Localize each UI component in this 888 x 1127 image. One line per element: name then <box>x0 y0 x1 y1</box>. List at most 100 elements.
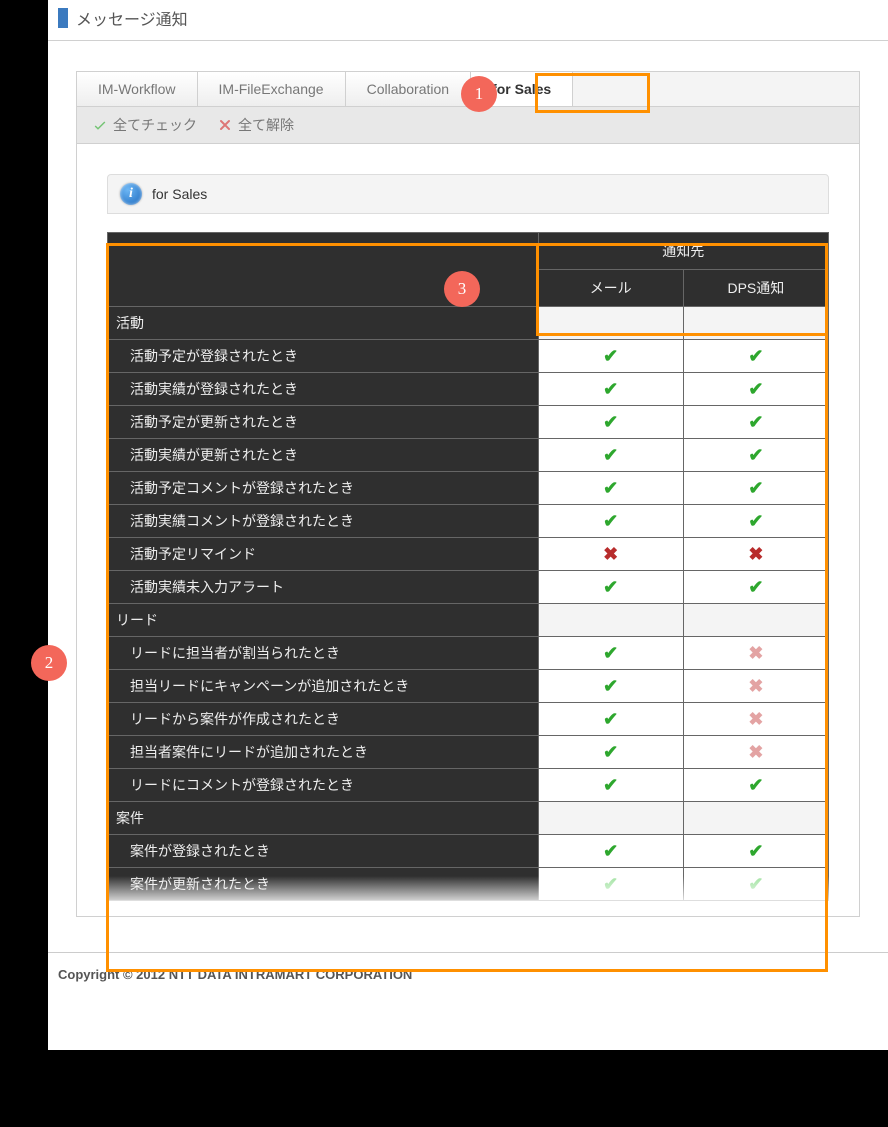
page-header: メッセージ通知 <box>48 0 888 41</box>
cell-dps[interactable]: ✔ <box>683 373 828 406</box>
cell-mail[interactable]: ✔ <box>538 835 683 868</box>
group-label: 活動 <box>108 307 539 340</box>
cell-dps[interactable]: ✔ <box>683 340 828 373</box>
cell-dps[interactable]: ✖ <box>683 703 828 736</box>
callout-1-label: 1 <box>475 84 484 104</box>
check-icon[interactable]: ✔ <box>748 412 763 432</box>
tab-collaboration[interactable]: Collaboration <box>346 72 472 106</box>
cell-dps[interactable]: ✔ <box>683 571 828 604</box>
check-icon[interactable]: ✔ <box>603 346 618 366</box>
check-all-button[interactable]: 全てチェック <box>92 115 197 135</box>
cell-dps[interactable]: ✖ <box>683 670 828 703</box>
cell-dps[interactable]: ✖ <box>683 637 828 670</box>
check-icon[interactable]: ✔ <box>603 643 618 663</box>
cell-mail[interactable]: ✔ <box>538 703 683 736</box>
callout-3: 3 <box>444 271 480 307</box>
blank-cell <box>683 307 828 340</box>
check-icon[interactable]: ✔ <box>748 379 763 399</box>
tab-im-fileexchange[interactable]: IM-FileExchange <box>198 72 346 106</box>
cross-icon[interactable]: ✖ <box>748 676 763 696</box>
check-icon[interactable]: ✔ <box>748 874 763 894</box>
check-icon[interactable]: ✔ <box>603 379 618 399</box>
check-icon[interactable]: ✔ <box>603 511 618 531</box>
cell-dps[interactable]: ✔ <box>683 505 828 538</box>
callout-3-label: 3 <box>458 279 467 299</box>
row-label: リードに担当者が割当られたとき <box>108 637 539 670</box>
row-label: 活動予定コメントが登録されたとき <box>108 472 539 505</box>
check-icon <box>92 117 108 133</box>
cell-mail[interactable]: ✔ <box>538 736 683 769</box>
row-label: 活動実績未入力アラート <box>108 571 539 604</box>
uncheck-all-label: 全て解除 <box>238 115 294 135</box>
check-icon[interactable]: ✔ <box>748 346 763 366</box>
tab-im-workflow[interactable]: IM-Workflow <box>77 72 198 106</box>
cell-dps[interactable]: ✖ <box>683 538 828 571</box>
cross-icon[interactable]: ✖ <box>603 544 618 564</box>
cross-icon[interactable]: ✖ <box>748 709 763 729</box>
page-title: メッセージ通知 <box>76 6 188 30</box>
check-icon[interactable]: ✔ <box>603 412 618 432</box>
th-mail: メール <box>538 270 683 307</box>
cell-dps[interactable]: ✔ <box>683 868 828 901</box>
cross-icon <box>217 117 233 133</box>
cell-dps[interactable]: ✔ <box>683 439 828 472</box>
row-label: リードにコメントが登録されたとき <box>108 769 539 802</box>
row-label: 活動予定リマインド <box>108 538 539 571</box>
check-icon[interactable]: ✔ <box>603 775 618 795</box>
check-icon[interactable]: ✔ <box>603 445 618 465</box>
cell-dps[interactable]: ✔ <box>683 835 828 868</box>
cell-dps[interactable]: ✖ <box>683 736 828 769</box>
cell-dps[interactable]: ✔ <box>683 769 828 802</box>
row-label: 案件が登録されたとき <box>108 835 539 868</box>
group-label: リード <box>108 604 539 637</box>
cell-mail[interactable]: ✔ <box>538 769 683 802</box>
settings-panel: IM-Workflow IM-FileExchange Collaboratio… <box>76 71 860 917</box>
th-destination-group: 通知先 <box>538 233 828 270</box>
cell-mail[interactable]: ✔ <box>538 505 683 538</box>
footer: Copyright © 2012 NTT DATA INTRAMART CORP… <box>48 952 888 1008</box>
cell-mail[interactable]: ✖ <box>538 538 683 571</box>
check-all-label: 全てチェック <box>113 115 197 135</box>
cell-mail[interactable]: ✔ <box>538 472 683 505</box>
check-icon[interactable]: ✔ <box>748 511 763 531</box>
uncheck-all-button[interactable]: 全て解除 <box>217 115 294 135</box>
check-icon[interactable]: ✔ <box>603 709 618 729</box>
blank-cell <box>538 307 683 340</box>
content-area: i for Sales 通知先 メール DPS通知 <box>77 144 859 916</box>
check-icon[interactable]: ✔ <box>748 841 763 861</box>
check-icon[interactable]: ✔ <box>603 478 618 498</box>
notification-table: 通知先 メール DPS通知 活動活動予定が登録されたとき✔✔活動実績が登録された… <box>107 232 829 901</box>
cell-mail[interactable]: ✔ <box>538 406 683 439</box>
cell-mail[interactable]: ✔ <box>538 868 683 901</box>
check-icon[interactable]: ✔ <box>748 478 763 498</box>
row-label: 活動予定が更新されたとき <box>108 406 539 439</box>
check-icon[interactable]: ✔ <box>603 841 618 861</box>
toolbar: 全てチェック 全て解除 <box>77 107 859 144</box>
row-label: 担当リードにキャンペーンが追加されたとき <box>108 670 539 703</box>
cell-mail[interactable]: ✔ <box>538 637 683 670</box>
callout-2: 2 <box>31 645 67 681</box>
row-label: 案件が更新されたとき <box>108 868 539 901</box>
cell-mail[interactable]: ✔ <box>538 340 683 373</box>
check-icon[interactable]: ✔ <box>603 676 618 696</box>
cell-dps[interactable]: ✔ <box>683 472 828 505</box>
cell-dps[interactable]: ✔ <box>683 406 828 439</box>
cross-icon[interactable]: ✖ <box>748 643 763 663</box>
blank-cell <box>683 802 828 835</box>
group-label: 案件 <box>108 802 539 835</box>
cell-mail[interactable]: ✔ <box>538 670 683 703</box>
check-icon[interactable]: ✔ <box>748 445 763 465</box>
cross-icon[interactable]: ✖ <box>748 742 763 762</box>
check-icon[interactable]: ✔ <box>603 742 618 762</box>
check-icon[interactable]: ✔ <box>603 874 618 894</box>
cell-mail[interactable]: ✔ <box>538 571 683 604</box>
row-label: 活動予定が登録されたとき <box>108 340 539 373</box>
cell-mail[interactable]: ✔ <box>538 373 683 406</box>
check-icon[interactable]: ✔ <box>748 775 763 795</box>
check-icon[interactable]: ✔ <box>748 577 763 597</box>
check-icon[interactable]: ✔ <box>603 577 618 597</box>
cell-mail[interactable]: ✔ <box>538 439 683 472</box>
cross-icon[interactable]: ✖ <box>748 544 763 564</box>
row-label: 担当者案件にリードが追加されたとき <box>108 736 539 769</box>
row-label: 活動実績が登録されたとき <box>108 373 539 406</box>
